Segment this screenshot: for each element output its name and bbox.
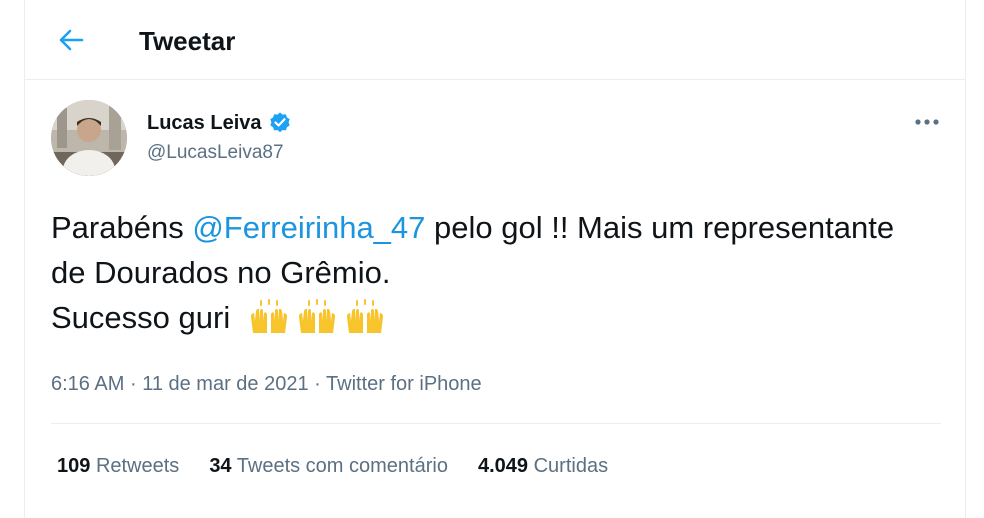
likes-count: 4.049 bbox=[477, 455, 529, 477]
tweet-time[interactable]: 6:16 AM bbox=[51, 373, 124, 395]
author-handle[interactable]: @LucasLeiva87 bbox=[147, 141, 284, 165]
tweet-text-start: Parabéns bbox=[51, 210, 193, 245]
retweets-count: 109 bbox=[57, 455, 91, 477]
quote-tweets-count: 34 bbox=[209, 455, 232, 477]
raising-hands-emoji-icon bbox=[250, 299, 287, 333]
author-name[interactable]: Lucas Leiva bbox=[147, 111, 292, 135]
divider bbox=[51, 423, 941, 424]
raising-hands-emoji-icon bbox=[346, 299, 383, 333]
tweet-source[interactable]: Twitter for iPhone bbox=[326, 373, 482, 395]
tweet-text-line3: Sucesso guri bbox=[51, 300, 231, 335]
top-bar: Tweetar bbox=[25, 0, 965, 80]
more-options-button[interactable] bbox=[909, 108, 945, 136]
meta-separator: · bbox=[129, 373, 137, 395]
tweet-text: Parabéns @Ferreirinha_47 pelo gol !! Mai… bbox=[51, 205, 931, 340]
retweets-label: Retweets bbox=[95, 455, 180, 477]
tweet-stats: 109 Retweets 34 Tweets com comentário 4.… bbox=[57, 453, 638, 479]
avatar[interactable] bbox=[51, 100, 127, 176]
quote-tweets-stat[interactable]: 34 Tweets com comentário bbox=[209, 453, 448, 479]
tweet-panel: Tweetar Lucas Leiva @LucasLeiva87 Parabé… bbox=[24, 0, 966, 518]
arrow-left-icon bbox=[59, 29, 84, 51]
author-name-text: Lucas Leiva bbox=[147, 112, 262, 134]
avatar-image bbox=[51, 100, 127, 176]
back-button[interactable] bbox=[53, 22, 89, 58]
tweet-date[interactable]: 11 de mar de 2021 bbox=[142, 373, 308, 395]
tweet-meta: 6:16 AM · 11 de mar de 2021 · Twitter fo… bbox=[51, 372, 482, 396]
likes-stat[interactable]: 4.049 Curtidas bbox=[478, 453, 608, 479]
verified-badge-icon bbox=[269, 112, 290, 133]
meta-separator: · bbox=[314, 373, 321, 395]
likes-label: Curtidas bbox=[533, 455, 609, 477]
quote-tweets-label: Tweets com comentário bbox=[236, 455, 448, 477]
mention-link[interactable]: @Ferreirinha_47 bbox=[192, 210, 425, 245]
retweets-stat[interactable]: 109 Retweets bbox=[57, 453, 179, 479]
more-dots-icon bbox=[915, 119, 939, 125]
page-title: Tweetar bbox=[139, 26, 236, 56]
raising-hands-emoji-icon bbox=[298, 299, 335, 333]
